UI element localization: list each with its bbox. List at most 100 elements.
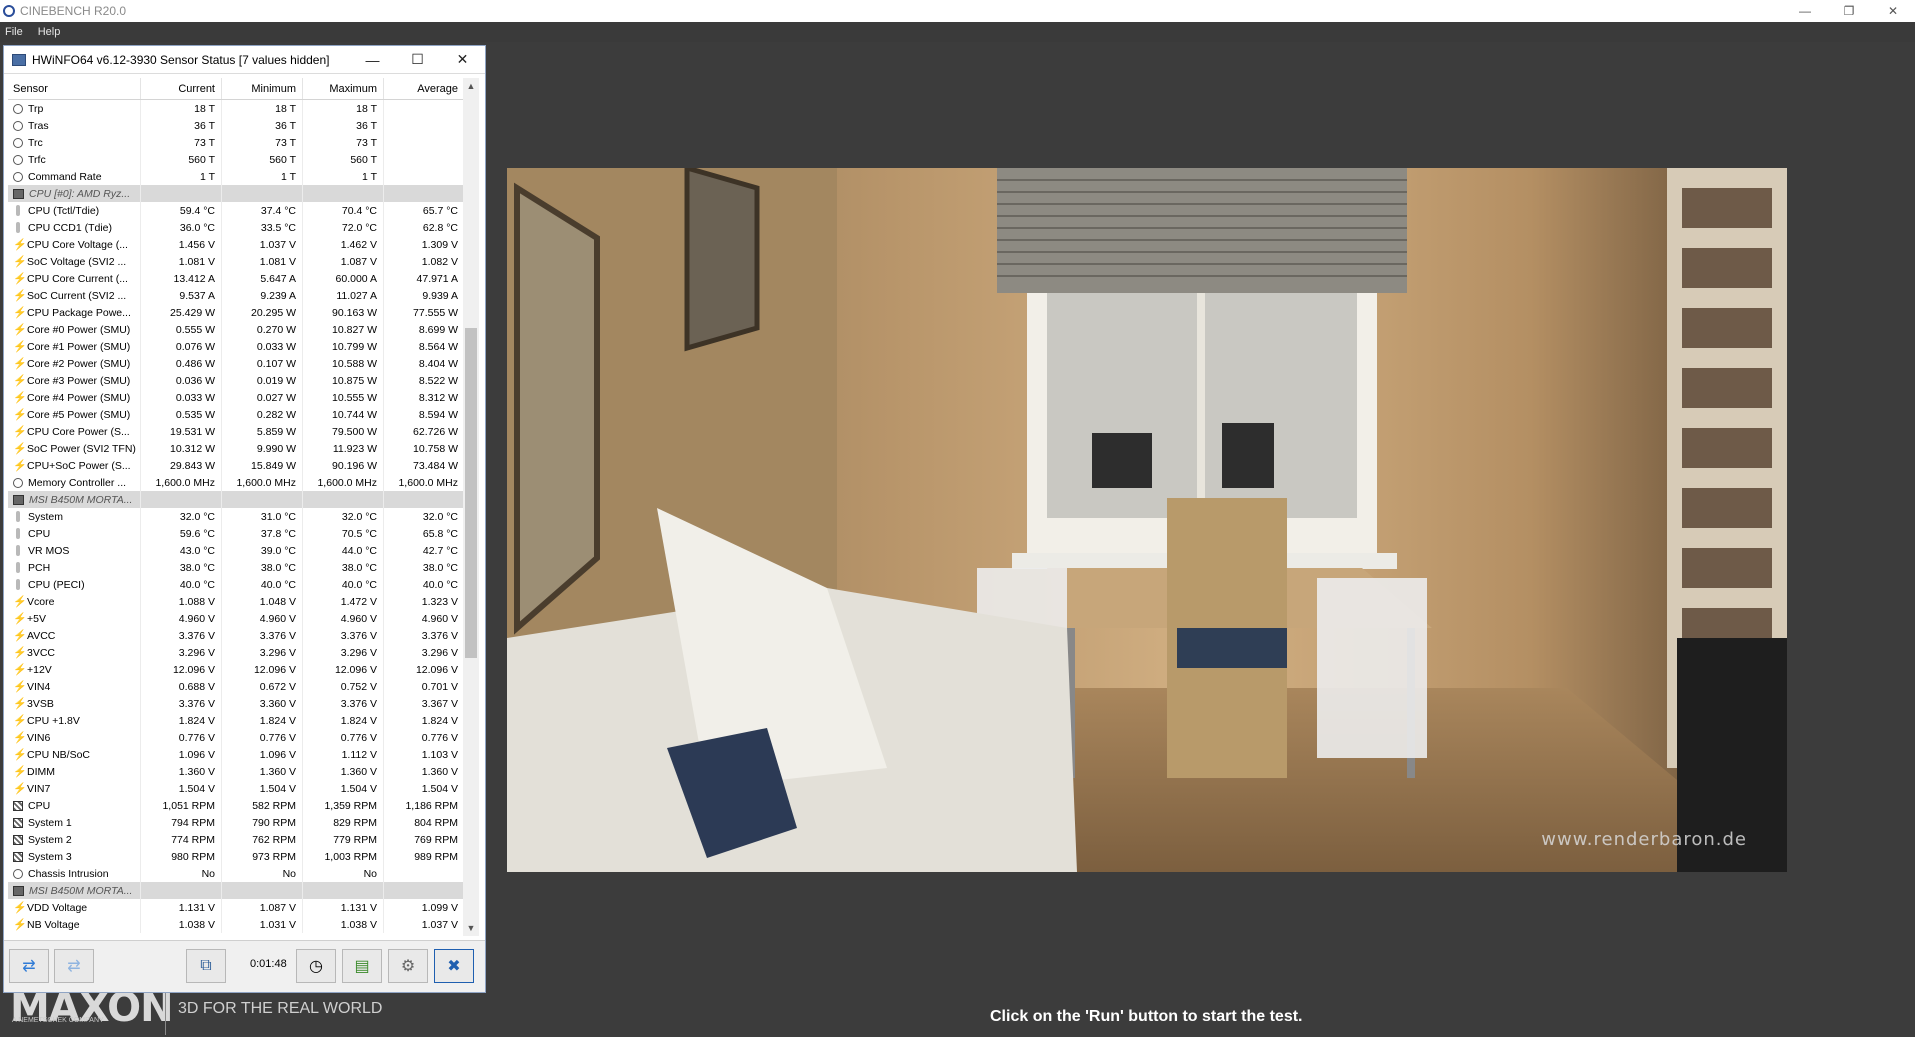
therm-icon [16,579,20,590]
sensor-row[interactable]: ⚡ SoC Power (SVI2 TFN) 10.312 W 9.990 W 11.9… [8,440,475,457]
sensor-row[interactable]: CPU (PECI) 40.0 °C 40.0 °C 40.0 °C 40.0 °C [8,576,475,593]
sensor-name-cell: ⚡ VIN6 [8,731,140,745]
sensor-row[interactable]: ⚡ 3VCC 3.296 V 3.296 V 3.296 V 3.296 V [8,644,475,661]
sensor-row[interactable]: ⚡ Core #4 Power (SMU) 0.033 W 0.027 W 10.555… [8,389,475,406]
sensor-avg-cell: 8.594 W [383,406,464,423]
sensor-row[interactable]: ⚡ +5V 4.960 V 4.960 V 4.960 V 4.960 V [8,610,475,627]
sensor-row[interactable]: ⚡ CPU+SoC Power (S... 29.843 W 15.849 W 90.1… [8,457,475,474]
sensor-name: MSI B450M MORTA... [29,884,133,897]
sensor-row[interactable]: System 2 774 RPM 762 RPM 779 RPM 769 RPM [8,831,475,848]
sensor-row[interactable]: ⚡ Core #1 Power (SMU) 0.076 W 0.033 W 10.799… [8,338,475,355]
sensor-row[interactable]: ⚡ VIN6 0.776 V 0.776 V 0.776 V 0.776 V [8,729,475,746]
sensor-row[interactable]: CPU 59.6 °C 37.8 °C 70.5 °C 65.8 °C [8,525,475,542]
sensor-row[interactable]: ⚡ Vcore 1.088 V 1.048 V 1.472 V 1.323 V [8,593,475,610]
menu-help[interactable]: Help [38,26,61,38]
sensor-name: Core #0 Power (SMU) [27,323,131,336]
sensor-row[interactable]: ⚡ Core #2 Power (SMU) 0.486 W 0.107 W 10.588… [8,355,475,372]
sensor-max-cell: 32.0 °C [302,508,383,525]
nav-arrows-disabled-icon[interactable]: ⇄ [54,949,94,983]
sensor-row[interactable]: ⚡ CPU Core Current (... 13.412 A 5.647 A 60.… [8,270,475,287]
sensor-scrollbar[interactable]: ▲ ▼ [463,78,479,936]
sensor-name-cell: System 3 [8,851,140,863]
sensor-row[interactable]: System 3 980 RPM 973 RPM 1,003 RPM 989 RPM [8,848,475,865]
hwinfo-window: HWiNFO64 v6.12-3930 Sensor Status [7 val… [3,45,486,993]
sensor-row[interactable]: ⚡ 3VSB 3.376 V 3.360 V 3.376 V 3.367 V [8,695,475,712]
sensor-row[interactable]: CPU (Tctl/Tdie) 59.4 °C 37.4 °C 70.4 °C 65.7… [8,202,475,219]
sensor-row[interactable]: ⚡ CPU Core Voltage (... 1.456 V 1.037 V 1.46… [8,236,475,253]
sensor-row[interactable]: Trc 73 T 73 T 73 T [8,134,475,151]
sensor-row[interactable]: Memory Controller ... 1,600.0 MHz 1,600.0 … [8,474,475,491]
sensor-row[interactable]: System 32.0 °C 31.0 °C 32.0 °C 32.0 °C [8,508,475,525]
sensor-group-row[interactable]: MSI B450M MORTA... [8,491,475,508]
sensor-avg-cell: 77.555 W [383,304,464,321]
sensor-min-cell [221,882,302,899]
network-icon[interactable]: ⧉ [186,949,226,983]
sensor-max-cell: 11.923 W [302,440,383,457]
sensor-row[interactable]: ⚡ +12V 12.096 V 12.096 V 12.096 V 12.096 V [8,661,475,678]
sensor-row[interactable]: ⚡ CPU Package Powe... 25.429 W 20.295 W 90.1… [8,304,475,321]
hwinfo-close-icon[interactable]: ✕ [440,46,485,74]
sensor-row[interactable]: ⚡ SoC Current (SVI2 ... 9.537 A 9.239 A 11.0… [8,287,475,304]
clock-icon [13,477,23,488]
sensor-row[interactable]: CPU 1,051 RPM 582 RPM 1,359 RPM 1,186 RPM [8,797,475,814]
close-sensors-icon[interactable]: ✖ [434,949,474,983]
column-header-minimum[interactable]: Minimum [221,78,302,99]
scroll-thumb[interactable] [465,328,477,658]
sensor-name: System [28,510,64,523]
sensor-avg-cell: 8.699 W [383,321,464,338]
clock-icon[interactable]: ◷ [296,949,336,983]
sensor-row[interactable]: ⚡ VIN7 1.504 V 1.504 V 1.504 V 1.504 V [8,780,475,797]
column-header-average[interactable]: Average [383,78,464,99]
sensor-row[interactable]: PCH 38.0 °C 38.0 °C 38.0 °C 38.0 °C [8,559,475,576]
restore-icon[interactable]: ❐ [1827,0,1871,22]
sensor-row[interactable]: System 1 794 RPM 790 RPM 829 RPM 804 RPM [8,814,475,831]
sensor-name: Vcore [27,595,55,608]
hwinfo-titlebar[interactable]: HWiNFO64 v6.12-3930 Sensor Status [7 val… [4,46,485,74]
sensor-row[interactable]: ⚡ VDD Voltage 1.131 V 1.087 V 1.131 V 1.099 V [8,899,475,916]
sensor-row[interactable]: ⚡ CPU NB/SoC 1.096 V 1.096 V 1.112 V 1.103 V [8,746,475,763]
sensor-row[interactable]: Tras 36 T 36 T 36 T [8,117,475,134]
sensor-name: CPU Package Powe... [27,306,131,319]
settings-gear-icon[interactable]: ⚙ [388,949,428,983]
scroll-down-icon[interactable]: ▼ [463,920,479,936]
hwinfo-maximize-icon[interactable]: ☐ [395,46,440,74]
sensor-row[interactable]: Command Rate 1 T1 T1 T [8,168,475,185]
sensor-group-row[interactable]: CPU [#0]: AMD Ryz... [8,185,475,202]
scroll-up-icon[interactable]: ▲ [463,78,479,94]
column-header-maximum[interactable]: Maximum [302,78,383,99]
minimize-icon[interactable]: — [1783,0,1827,22]
sensor-row[interactable]: VR MOS 43.0 °C 39.0 °C 44.0 °C 42.7 °C [8,542,475,559]
add-report-icon[interactable]: ▤ [342,949,382,983]
sensor-row[interactable]: ⚡ AVCC 3.376 V 3.376 V 3.376 V 3.376 V [8,627,475,644]
sensor-name: CPU [28,799,51,812]
sensor-row[interactable]: ⚡ Core #3 Power (SMU) 0.036 W 0.019 W 10.875… [8,372,475,389]
sensor-max-cell: 560 T [302,151,383,168]
sensor-row[interactable]: ⚡ SoC Voltage (SVI2 ... 1.081 V 1.081 V 1.08… [8,253,475,270]
sensor-name-cell: CPU (Tctl/Tdie) [8,205,140,217]
sensor-row[interactable]: Chassis Intrusion No No No [8,865,475,882]
sensor-avg-cell: 1.099 V [383,899,464,916]
sensor-row[interactable]: ⚡ Core #0 Power (SMU) 0.555 W 0.270 W 10.827… [8,321,475,338]
sensor-min-cell: 1.037 V [221,236,302,253]
sensor-min-cell: 31.0 °C [221,508,302,525]
sensor-row[interactable]: ⚡ CPU Core Power (S... 19.531 W 5.859 W 79.5… [8,423,475,440]
sensor-row[interactable]: Trfc 560 T 560 T 560 T [8,151,475,168]
hwinfo-minimize-icon[interactable]: — [350,46,395,74]
nav-arrows-icon[interactable]: ⇄ [9,949,49,983]
column-header-current[interactable]: Current [140,78,221,99]
sensor-row[interactable]: Trp 18 T 18 T 18 T [8,100,475,117]
sensor-name-cell: ⚡ CPU Core Voltage (... [8,238,140,252]
menu-file[interactable]: File [5,26,23,38]
sensor-row[interactable]: ⚡ Core #5 Power (SMU) 0.535 W 0.282 W 10.744… [8,406,475,423]
sensor-row[interactable]: ⚡ VIN4 0.688 V 0.672 V 0.752 V 0.701 V [8,678,475,695]
sensor-row[interactable]: ⚡ NB Voltage 1.038 V 1.031 V 1.038 V 1.037 V [8,916,475,933]
sensor-row[interactable]: ⚡ CPU +1.8V 1.824 V 1.824 V 1.824 V 1.824 V [8,712,475,729]
sensor-group-row[interactable]: MSI B450M MORTA... [8,882,475,899]
sensor-row[interactable]: CPU CCD1 (Tdie) 36.0 °C 33.5 °C 72.0 °C 62.8… [8,219,475,236]
sensor-avg-cell: 3.367 V [383,695,464,712]
sensor-row[interactable]: ⚡ DIMM 1.360 V 1.360 V 1.360 V 1.360 V [8,763,475,780]
column-header-sensor[interactable]: Sensor [8,83,140,95]
close-icon[interactable]: ✕ [1871,0,1915,22]
sensor-avg-cell [383,865,464,882]
sensor-name: SoC Power (SVI2 TFN) [27,442,136,455]
